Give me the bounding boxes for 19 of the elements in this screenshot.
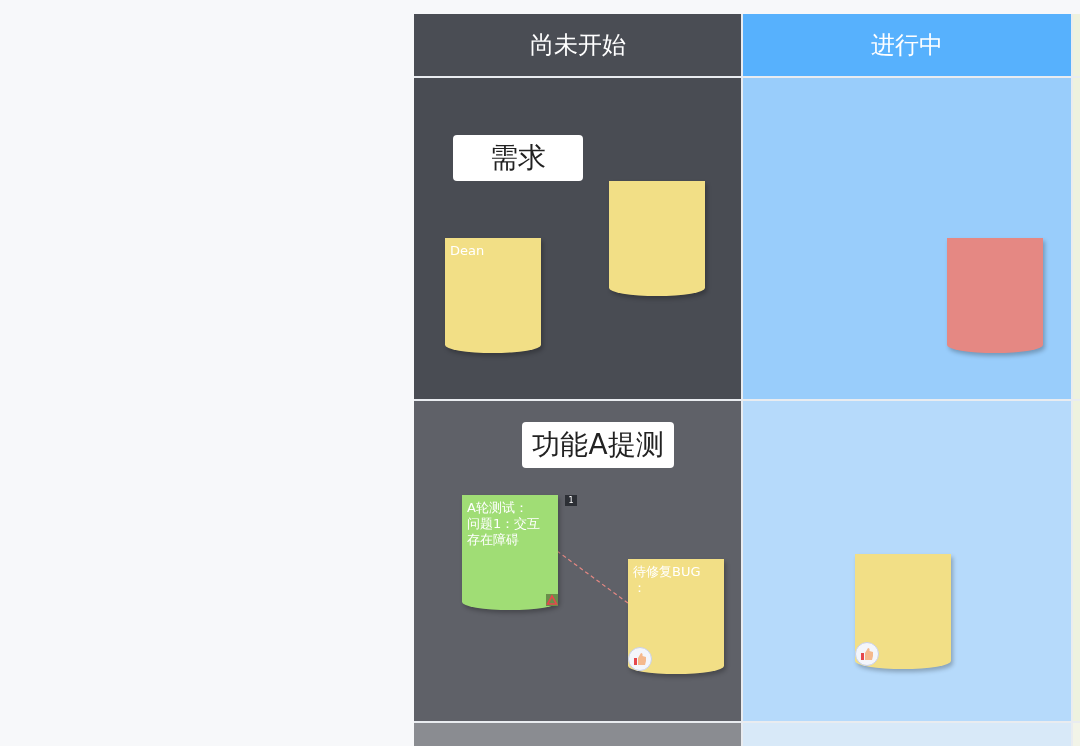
note-text: Dean bbox=[449, 242, 486, 260]
group-label: 需求 bbox=[453, 135, 583, 181]
sticky-note[interactable]: 待修复BUG ： bbox=[628, 559, 724, 674]
sticky-note[interactable]: A轮测试： 问题1：交互存在障碍 bbox=[462, 495, 558, 610]
note-text: A轮测试： bbox=[467, 500, 529, 516]
sticky-note[interactable] bbox=[609, 181, 705, 296]
warning-icon bbox=[546, 594, 558, 606]
comment-count[interactable]: 1 bbox=[565, 495, 577, 506]
note-text: 待修复BUG bbox=[633, 564, 702, 580]
thumbs-up-icon[interactable] bbox=[628, 647, 652, 671]
sticky-note[interactable]: Dean bbox=[445, 238, 541, 353]
column-header: 尚未开始 bbox=[414, 14, 741, 76]
thumbs-up-icon[interactable] bbox=[855, 642, 879, 666]
sticky-note[interactable] bbox=[947, 238, 1043, 353]
column-header: 进行中 bbox=[743, 14, 1071, 76]
note-text: 问题1：交互存在障碍 bbox=[467, 516, 542, 548]
group-label: 功能A提测 bbox=[522, 422, 674, 468]
sticky-note[interactable] bbox=[855, 554, 951, 669]
note-text: ： bbox=[633, 580, 647, 596]
